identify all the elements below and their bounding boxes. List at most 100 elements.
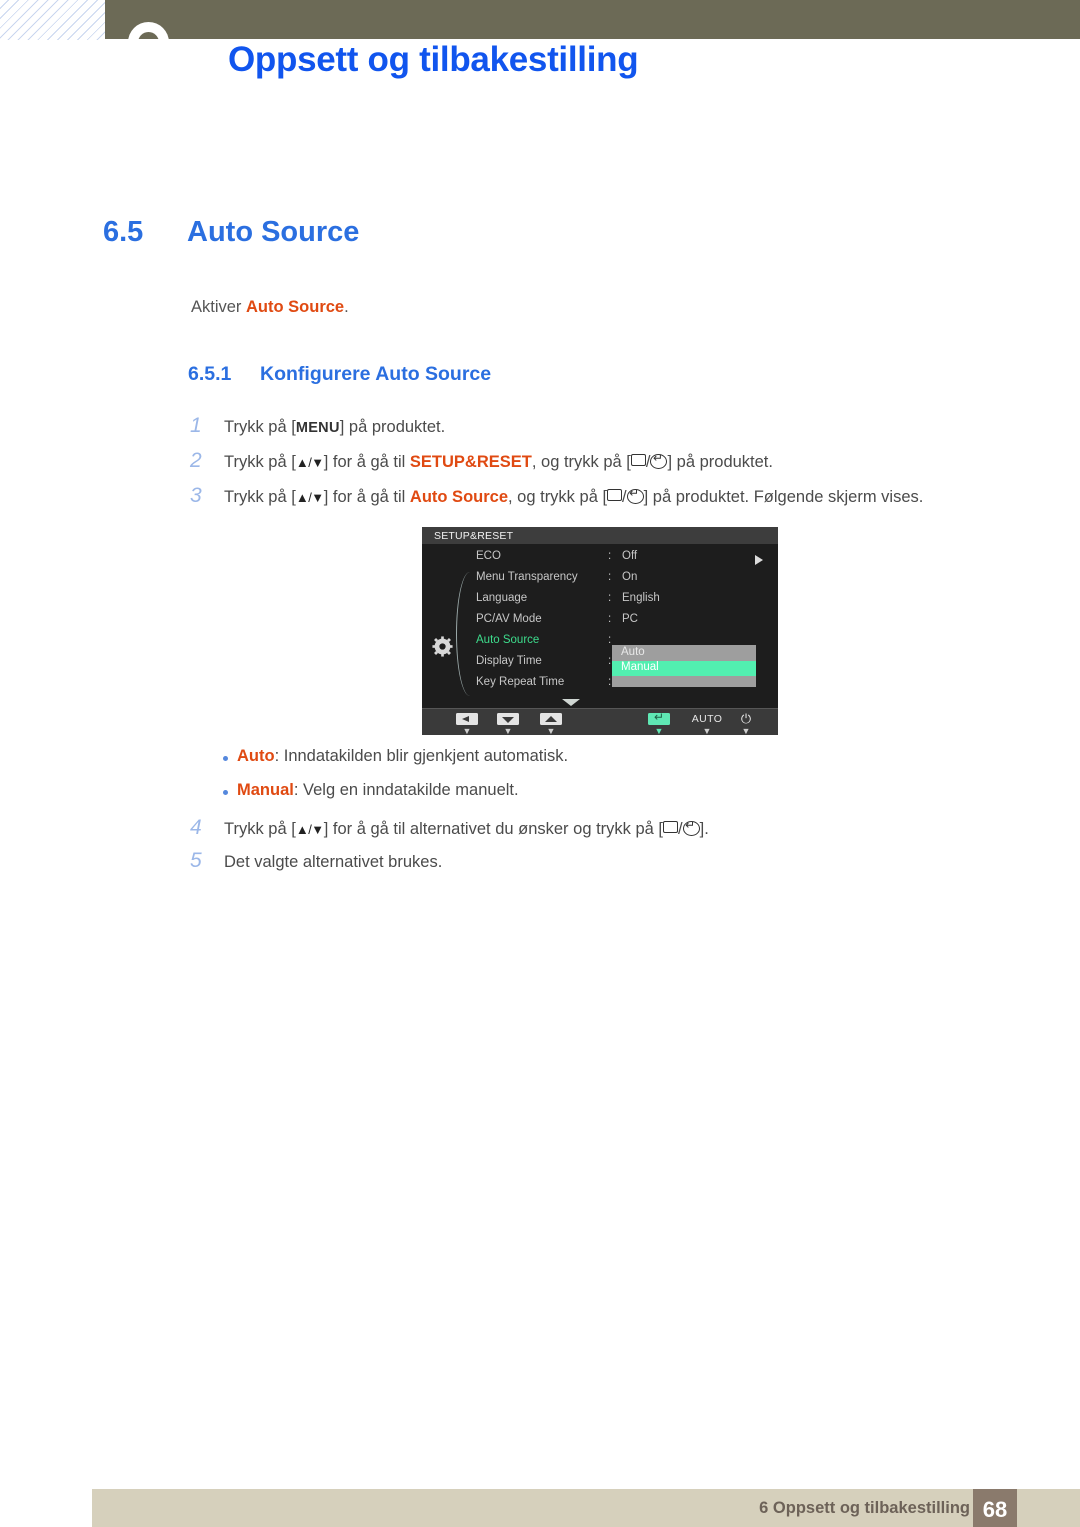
osd-label: ECO <box>476 550 501 562</box>
section-title: Auto Source <box>187 216 360 248</box>
step-number: 3 <box>190 484 202 507</box>
step-text-end: ] på produktet. <box>667 453 773 471</box>
enter-icon <box>626 486 644 504</box>
step-text: Trykk på [ <box>224 453 296 471</box>
step-item: 3 Trykk på [▲/▼] for å gå til Auto Source… <box>190 484 923 508</box>
step-text-end: ] på produktet. Følgende skjerm vises. <box>643 488 924 506</box>
bullet-text: : Inndatakilden blir gjenkjent automatis… <box>274 747 569 765</box>
osd-row-pc-av-mode[interactable]: PC/AV Mode : PC <box>422 613 778 634</box>
step-text-cont: ] for å gå til <box>323 453 410 471</box>
down-arrow-icon <box>497 713 519 725</box>
up-down-arrow-icon: ▲/▼ <box>295 455 324 470</box>
step-item: 2 Trykk på [▲/▼] for å gå til SETUP&RESET… <box>190 449 773 473</box>
osd-row-language[interactable]: Language : English <box>422 592 778 613</box>
menu-key-label: MENU <box>295 420 340 436</box>
step-item: 1 Trykk på [MENU] på produktet. <box>190 414 445 438</box>
subsection-title: Konfigurere Auto Source <box>260 363 492 385</box>
bullet-keyword: Manual <box>237 781 294 799</box>
step-number: 4 <box>190 816 202 839</box>
dropdown-option-auto[interactable]: Auto <box>612 646 756 661</box>
step-text-end: ]. <box>699 820 709 838</box>
scroll-down-icon[interactable] <box>562 699 580 706</box>
osd-value: Off <box>622 550 638 562</box>
step-text-cont: ] på produktet. <box>339 418 446 436</box>
footer-chapter-label: 6 Oppsett og tilbakestilling <box>759 1499 970 1517</box>
section-heading: 6.5 Auto Source <box>103 216 359 249</box>
chevron-right-icon <box>755 555 763 565</box>
intro-paragraph: Aktiver Auto Source. <box>191 298 349 317</box>
osd-button-power[interactable]: ⏻ ▼ <box>734 711 758 736</box>
osd-colon: : <box>608 613 612 625</box>
osd-button-left[interactable]: ▼ <box>456 713 478 735</box>
enter-icon <box>650 451 668 469</box>
source-box-icon <box>663 821 679 833</box>
bullet-text: : Velg en inndatakilde manuelt. <box>293 781 519 799</box>
step-text: Trykk på [ <box>224 488 296 506</box>
osd-row-eco[interactable]: ECO : Off <box>422 550 778 571</box>
step-slash: / <box>678 820 683 838</box>
osd-button-marker: ▼ <box>546 726 556 736</box>
auto-label: AUTO <box>691 713 723 725</box>
step-number: 2 <box>190 449 202 472</box>
step-number: 1 <box>190 414 202 437</box>
osd-label: Language <box>476 592 528 604</box>
header-hatch-decoration <box>0 0 112 40</box>
osd-colon: : <box>608 571 612 583</box>
up-down-arrow-icon: ▲/▼ <box>295 822 324 837</box>
list-item: Manual: Velg en inndatakilde manuelt. <box>223 781 519 800</box>
osd-button-down[interactable]: ▼ <box>497 713 519 735</box>
osd-value: English <box>622 592 660 604</box>
step-text-cont2: , og trykk på [ <box>508 488 608 506</box>
up-down-arrow-icon: ▲/▼ <box>295 490 324 505</box>
step-text: Trykk på [ <box>224 820 296 838</box>
osd-colon: : <box>608 592 612 604</box>
osd-button-bar: ▼ ▼ ▼ ↵ ▼ AUTO ▼ ⏻ ▼ <box>422 708 778 735</box>
osd-button-enter[interactable]: ↵ ▼ <box>648 710 670 736</box>
step-item: 4 Trykk på [▲/▼] for å gå til alternative… <box>190 816 709 840</box>
osd-body: ECO : Off Menu Transparency : On Languag… <box>422 544 778 708</box>
step-number: 5 <box>190 849 202 872</box>
source-box-icon <box>630 454 646 466</box>
step-text-cont: ] for å gå til alternativet du ønsker og… <box>323 820 664 838</box>
osd-title-text: SETUP&RESET <box>434 529 514 542</box>
intro-keyword: Auto Source <box>246 298 345 316</box>
source-box-icon <box>607 489 623 501</box>
enter-icon <box>682 818 700 836</box>
osd-button-marker: ▼ <box>503 726 513 736</box>
page-title: Oppsett og tilbakestilling <box>228 40 639 79</box>
osd-button-auto[interactable]: AUTO ▼ <box>684 713 730 735</box>
osd-button-up[interactable]: ▼ <box>540 713 562 735</box>
osd-value: On <box>622 571 638 583</box>
dropdown-option-manual[interactable]: Manual <box>612 661 756 676</box>
page-number: 68 <box>982 1497 1008 1522</box>
osd-label-selected: Auto Source <box>476 634 540 646</box>
step-text: Trykk på [ <box>224 418 296 436</box>
footer-page-box: 68 <box>973 1489 1017 1527</box>
step-keyword: SETUP&RESET <box>409 453 532 471</box>
osd-label: Key Repeat Time <box>476 676 565 688</box>
osd-button-marker: ▼ <box>654 726 664 736</box>
step-item: 5 Det valgte alternativet brukes. <box>190 849 442 873</box>
step-text-cont2: , og trykk på [ <box>531 453 631 471</box>
osd-label: Menu Transparency <box>476 571 578 583</box>
osd-row-menu-transparency[interactable]: Menu Transparency : On <box>422 571 778 592</box>
step-slash: / <box>622 488 627 506</box>
osd-colon: : <box>608 655 612 667</box>
osd-colon: : <box>608 676 612 688</box>
header-bar <box>105 0 1080 39</box>
list-item: Auto: Inndatakilden blir gjenkjent autom… <box>222 747 569 766</box>
bullet-keyword: Auto <box>237 747 275 765</box>
osd-label: Display Time <box>476 655 542 667</box>
osd-value: PC <box>622 613 638 625</box>
subsection-heading: 6.5.1 Konfigurere Auto Source <box>188 363 491 386</box>
osd-button-marker: ▼ <box>741 726 751 736</box>
auto-source-dropdown[interactable]: Auto Manual <box>612 645 756 687</box>
subsection-number: 6.5.1 <box>188 363 232 385</box>
osd-button-marker: ▼ <box>462 726 472 736</box>
intro-prefix: Aktiver <box>191 298 247 316</box>
step-keyword: Auto Source <box>409 488 508 506</box>
power-icon: ⏻ <box>740 711 752 726</box>
step-text: Det valgte alternativet brukes. <box>224 853 443 871</box>
osd-colon: : <box>608 634 612 646</box>
osd-button-marker: ▼ <box>702 726 712 736</box>
